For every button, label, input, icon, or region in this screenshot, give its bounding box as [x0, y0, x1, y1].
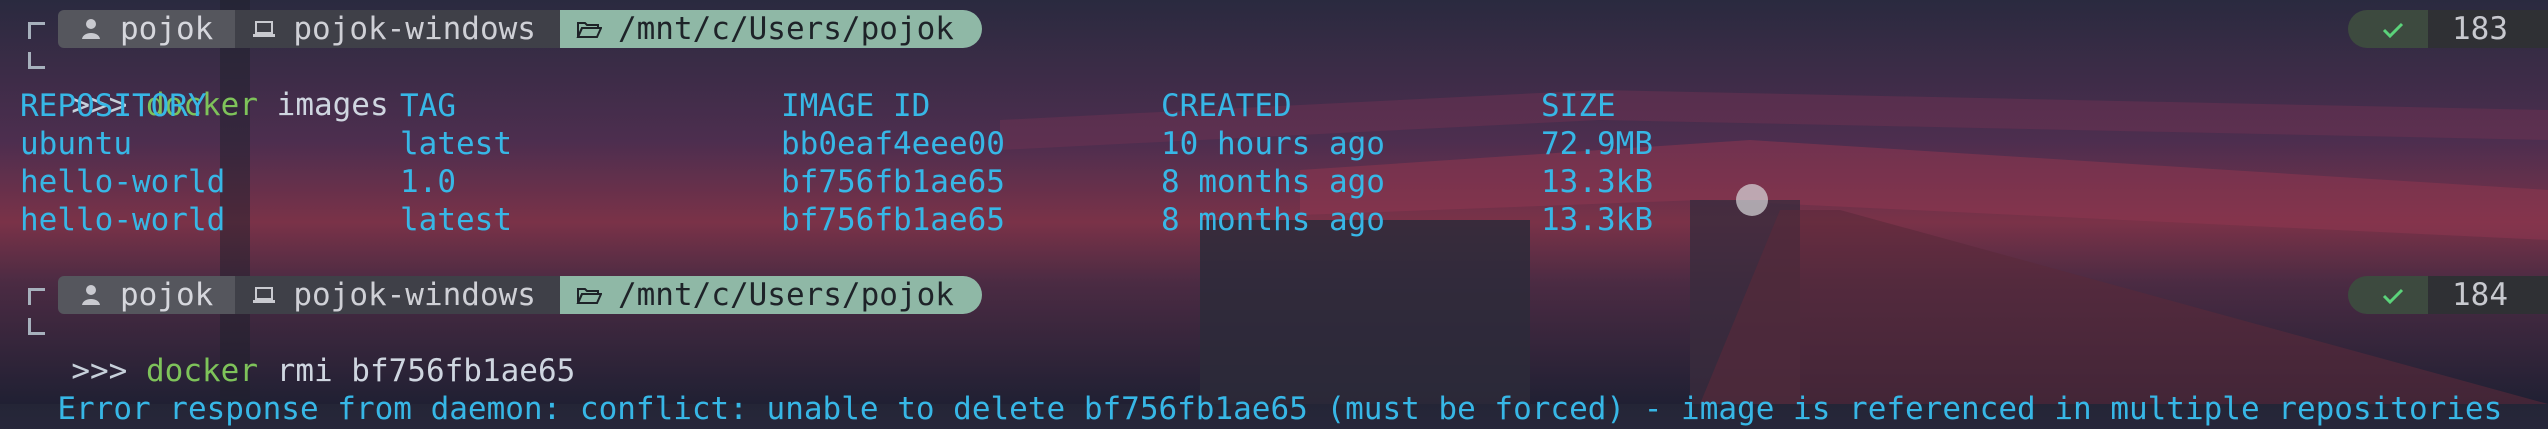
prompt-user: pojok [120, 11, 214, 47]
cell-created: 8 months ago [1161, 164, 1385, 200]
prompt-status-bar: 184 [2348, 276, 2548, 314]
error-message: Error response from daemon: conflict: un… [57, 391, 2503, 427]
prompt-host-segment: pojok-windows [235, 276, 560, 314]
folder-open-icon [574, 19, 604, 39]
table-row: ubuntu latest bb0eaf4eee00 10 hours ago … [20, 125, 1720, 163]
prompt-user: pojok [120, 277, 214, 313]
prompt-host-segment: pojok-windows [235, 10, 560, 48]
header-size: SIZE [1541, 88, 1616, 124]
header-created: CREATED [1161, 88, 1292, 124]
cell-size: 13.3kB [1541, 202, 1653, 238]
cell-tag: 1.0 [400, 164, 456, 200]
cell-size: 72.9MB [1541, 126, 1653, 162]
header-tag: TAG [400, 88, 456, 124]
cell-image-id: bb0eaf4eee00 [781, 126, 1005, 162]
prompt-path: /mnt/c/Users/pojok [617, 11, 954, 47]
prompt-connector-top [28, 288, 45, 305]
history-count: 183 [2428, 10, 2548, 48]
cell-image-id: bf756fb1ae65 [781, 164, 1005, 200]
user-icon [76, 18, 106, 40]
cell-tag: latest [400, 202, 512, 238]
check-icon [2382, 11, 2404, 47]
header-image-id: IMAGE ID [781, 88, 931, 124]
cell-image-id: bf756fb1ae65 [781, 202, 1005, 238]
cell-created: 8 months ago [1161, 202, 1385, 238]
prompt-bar: pojok pojok-windows /mnt/c/Users/pojok [58, 10, 982, 48]
prompt-path: /mnt/c/Users/pojok [617, 277, 954, 313]
prompt-status-bar: 183 [2348, 10, 2548, 48]
table-row: hello-world 1.0 bf756fb1ae65 8 months ag… [20, 163, 1720, 201]
prompt-bar: pojok pojok-windows /mnt/c/Users/pojok [58, 276, 982, 314]
user-icon [76, 284, 106, 306]
prompt-path-segment: /mnt/c/Users/pojok [559, 10, 982, 48]
laptop-icon [249, 286, 279, 304]
prompt-host: pojok-windows [293, 277, 536, 313]
table-header: REPOSITORY TAG IMAGE ID CREATED SIZE [20, 87, 1720, 125]
prompt-connector-top [28, 22, 45, 39]
prompt-host: pojok-windows [293, 11, 536, 47]
history-count-value: 184 [2452, 277, 2508, 313]
status-ok-segment [2348, 10, 2428, 48]
cell-repository: ubuntu [20, 126, 132, 162]
cell-repository: hello-world [20, 164, 226, 200]
prompt-user-segment: pojok [58, 10, 236, 48]
command-line: >>> docker images [34, 48, 388, 123]
cell-tag: latest [400, 126, 512, 162]
error-output: Error response from daemon: conflict: un… [20, 352, 2502, 427]
history-count: 184 [2428, 276, 2548, 314]
cell-size: 13.3kB [1541, 164, 1653, 200]
command-line: >>> docker rmi bf756fb1ae65 [34, 314, 575, 389]
laptop-icon [249, 20, 279, 38]
cell-repository: hello-world [20, 202, 226, 238]
folder-open-icon [574, 285, 604, 305]
header-repository: REPOSITORY [20, 88, 207, 124]
prompt-user-segment: pojok [58, 276, 236, 314]
prompt-path-segment: /mnt/c/Users/pojok [559, 276, 982, 314]
check-icon [2382, 277, 2404, 313]
table-row: hello-world latest bf756fb1ae65 8 months… [20, 201, 1720, 239]
status-ok-segment [2348, 276, 2428, 314]
history-count-value: 183 [2452, 11, 2508, 47]
cell-created: 10 hours ago [1161, 126, 1385, 162]
